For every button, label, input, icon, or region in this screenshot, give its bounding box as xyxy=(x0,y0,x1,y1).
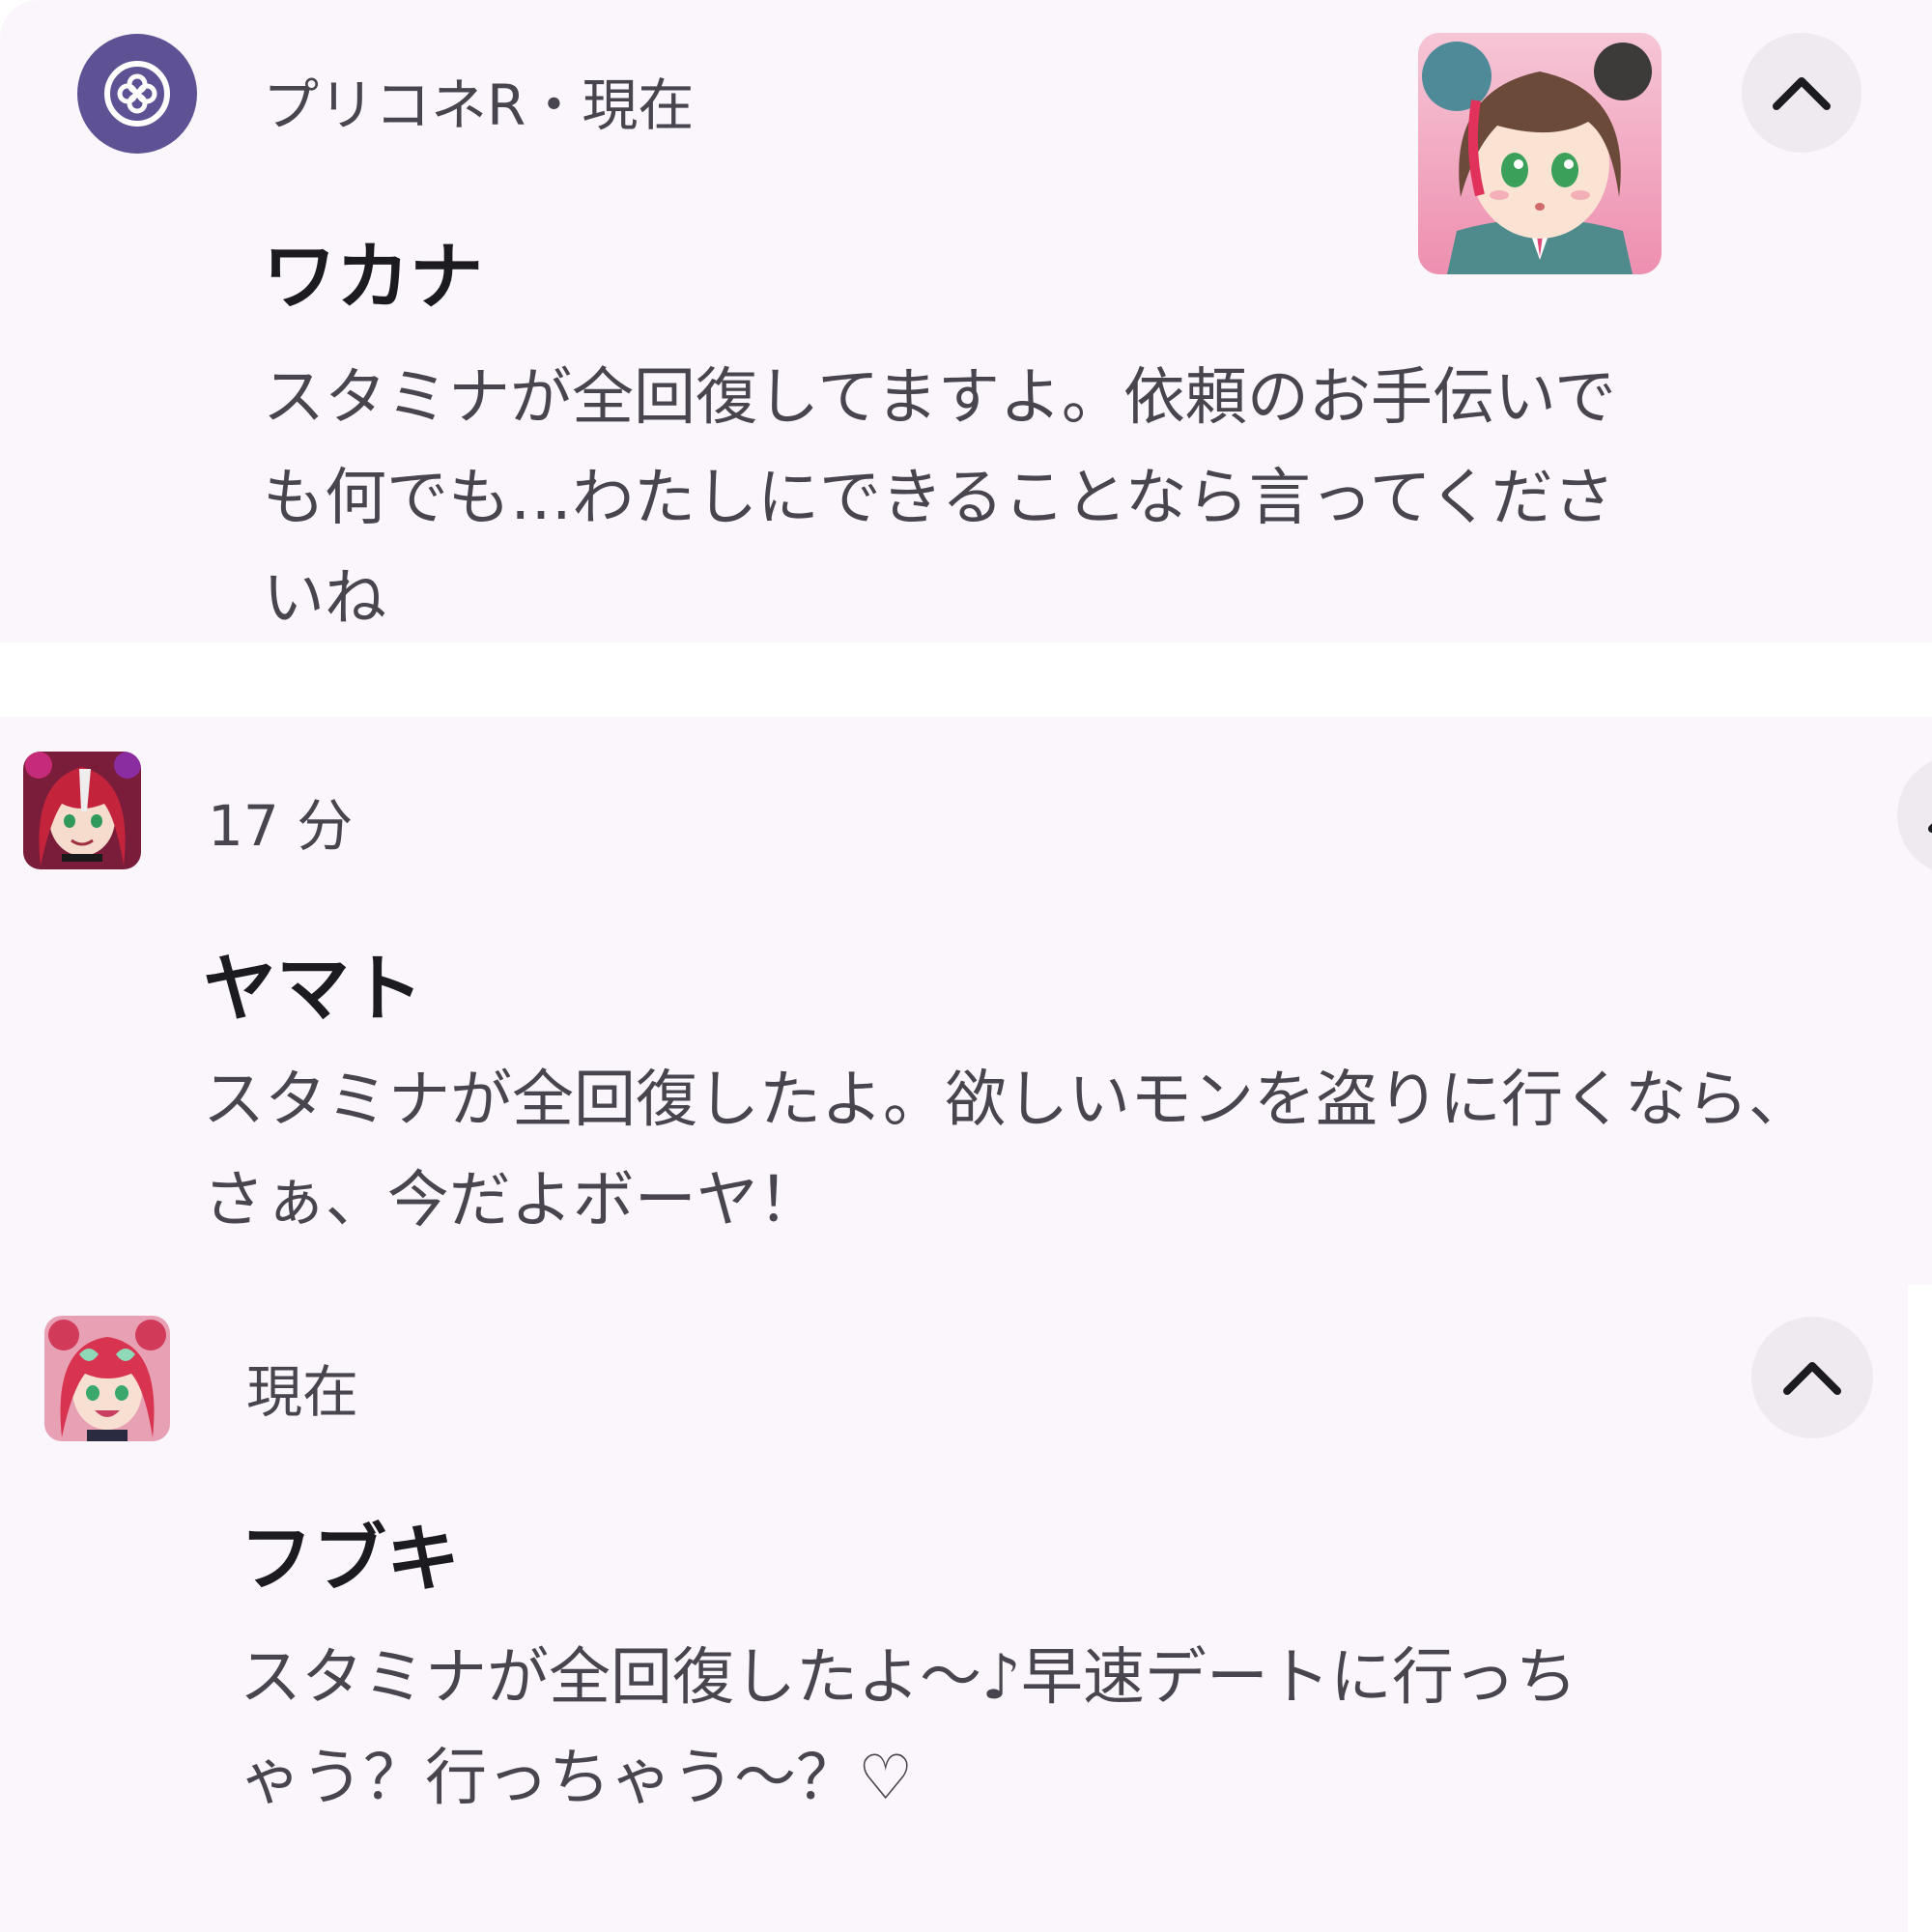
notification-title: フブキ xyxy=(240,1516,460,1602)
collapse-button[interactable] xyxy=(1742,33,1861,153)
notification-header: プリコネR・現在 xyxy=(263,60,694,141)
body-line: スタミナが全回復してますよ。依頼のお手伝いで xyxy=(263,362,1616,434)
body-line: ゃう？行っちゃう～？♡ xyxy=(240,1743,914,1814)
body-line: スタミナが全回復したよ。欲しいモンを盗りに行くなら、 xyxy=(203,1065,1810,1136)
notification-time: 現在 xyxy=(582,72,695,138)
body-line: いね xyxy=(263,563,386,635)
character-portrait-image xyxy=(1418,33,1662,274)
character-avatar-icon xyxy=(23,752,141,869)
clover-app-icon xyxy=(77,34,197,154)
app-name: プリコネR xyxy=(263,72,526,138)
collapse-button[interactable] xyxy=(1897,755,1932,875)
notification-title: ワカナ xyxy=(263,234,483,320)
chevron-up-icon xyxy=(1928,823,1932,833)
notification-card-fubuki[interactable]: 現在 フブキ スタミナが全回復したよ～♪早速デートに行っち ゃう？行っちゃう～？… xyxy=(0,1285,1908,1932)
notification-body: スタミナが全回復したよ～♪早速デートに行っち ゃう？行っちゃう～？♡ xyxy=(240,1628,1577,1829)
body-line: スタミナが全回復したよ～♪早速デートに行っち xyxy=(240,1642,1577,1714)
notification-time: 現在 xyxy=(246,1359,359,1425)
notification-body: スタミナが全回復してますよ。依頼のお手伝いで も何でも…わたしにできることなら言… xyxy=(263,348,1616,642)
notification-time: 17 分 xyxy=(208,793,354,859)
notification-title: ヤマト xyxy=(203,946,423,1032)
body-line: さぁ、今だよボーヤ！ xyxy=(203,1165,820,1236)
notification-card-yamato[interactable]: 17 分 ヤマト スタミナが全回復したよ。欲しいモンを盗りに行くなら、 さぁ、今… xyxy=(0,717,1932,1285)
character-avatar-icon xyxy=(44,1316,170,1441)
chevron-up-icon xyxy=(1773,77,1831,110)
header-separator: ・ xyxy=(526,72,582,138)
notification-card-wakana[interactable]: プリコネR・現在 ワカナ スタミナが全回復してますよ。依頼のお手伝いで も何でも… xyxy=(0,0,1932,642)
body-line: も何でも…わたしにできることなら言ってくださ xyxy=(263,463,1615,534)
chevron-up-icon xyxy=(1783,1362,1841,1395)
collapse-button[interactable] xyxy=(1751,1317,1873,1438)
notification-body: スタミナが全回復したよ。欲しいモンを盗りに行くなら、 さぁ、今だよボーヤ！ xyxy=(203,1050,1810,1251)
